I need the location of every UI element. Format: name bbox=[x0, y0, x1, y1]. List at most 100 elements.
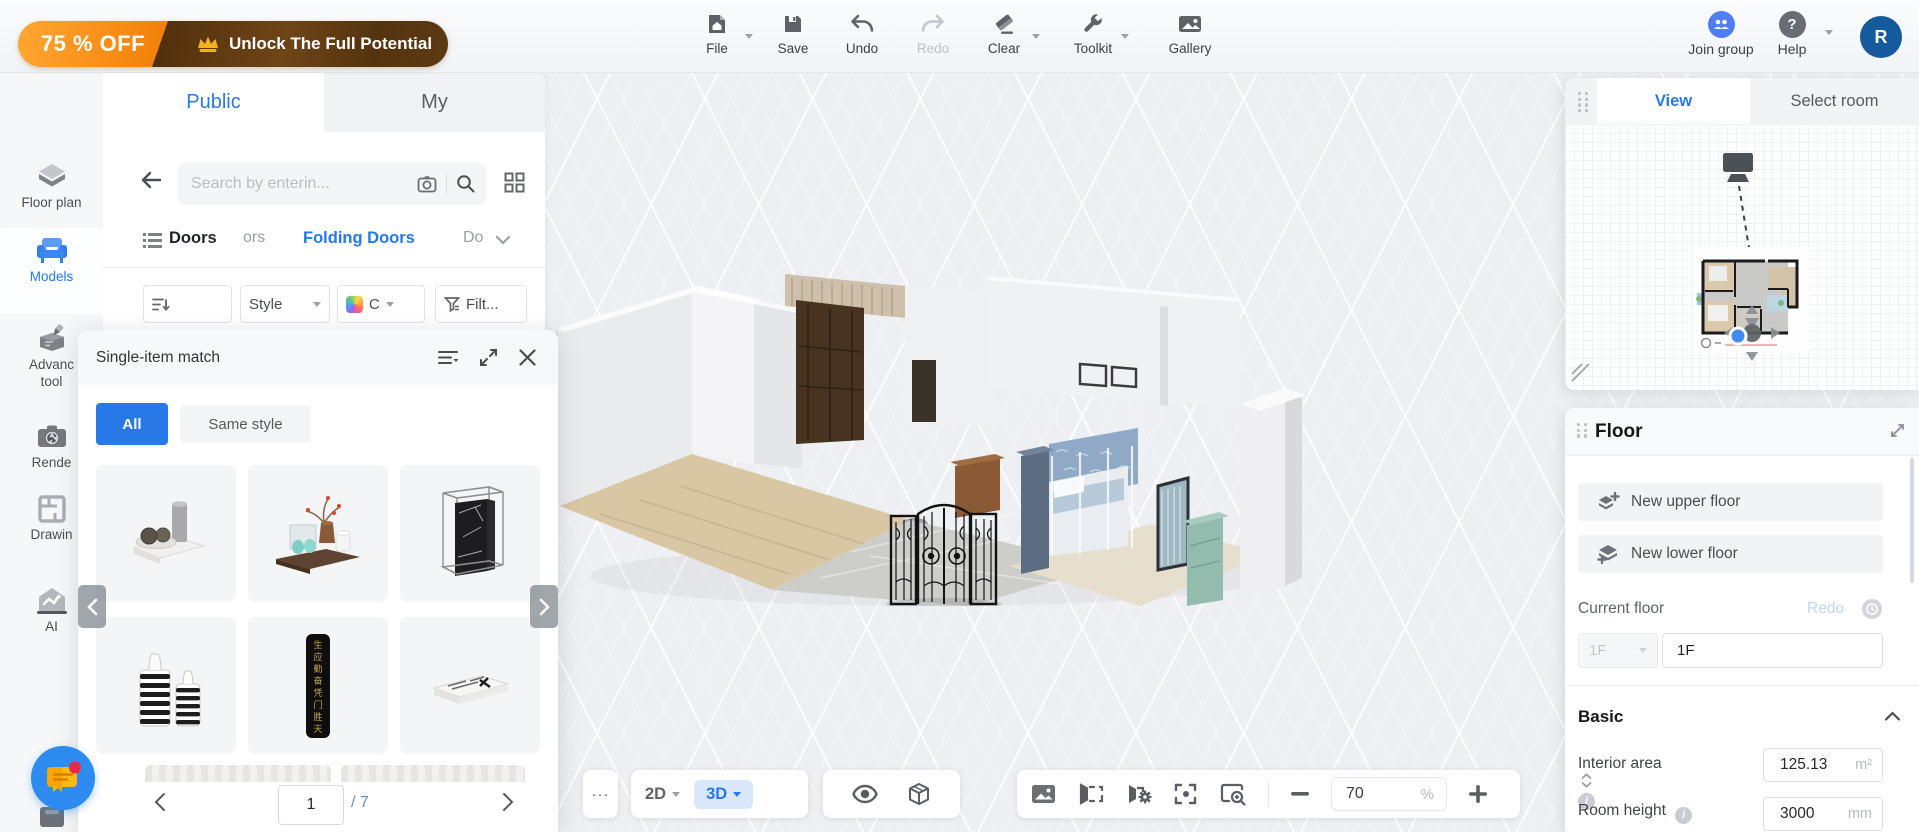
match-panel-header[interactable]: Single-item match bbox=[78, 330, 558, 385]
product-thumbnail-white-book[interactable] bbox=[400, 617, 540, 754]
new-lower-floor-label: New lower floor bbox=[1631, 545, 1738, 562]
match-expand-icon[interactable] bbox=[480, 349, 497, 366]
category-list-icon[interactable] bbox=[143, 232, 162, 249]
product-thumbnail-marble-pedestal[interactable] bbox=[400, 465, 540, 602]
resize-handle-icon[interactable] bbox=[1570, 362, 1592, 384]
3d-cube-icon[interactable] bbox=[907, 782, 931, 806]
category-item-selected[interactable]: Folding Doors bbox=[303, 229, 415, 248]
product-thumbnail-striped-bottles[interactable] bbox=[96, 617, 236, 754]
search-icon[interactable] bbox=[456, 174, 475, 193]
floor-expand-icon[interactable] bbox=[1890, 423, 1905, 438]
product-thumbnail-tray-set[interactable] bbox=[248, 465, 388, 602]
mode-2d-button[interactable]: 2D bbox=[645, 785, 681, 804]
join-group-button[interactable]: Join group bbox=[1678, 11, 1764, 57]
camera-settings-icon[interactable] bbox=[1126, 783, 1152, 805]
new-lower-floor-button[interactable]: New lower floor bbox=[1578, 535, 1883, 573]
new-upper-floor-button[interactable]: New upper floor bbox=[1578, 483, 1883, 521]
back-arrow-icon[interactable] bbox=[141, 171, 161, 189]
basic-collapse-chevron-icon[interactable] bbox=[1884, 711, 1901, 721]
match-close-icon[interactable] bbox=[519, 349, 536, 366]
mode-3d-label: 3D bbox=[706, 784, 728, 803]
floor-select-dropdown[interactable]: 1F bbox=[1578, 633, 1658, 668]
save-button[interactable]: Save bbox=[755, 10, 831, 56]
history-clock-icon[interactable] bbox=[1862, 599, 1882, 619]
interior-area-input[interactable] bbox=[1778, 755, 1838, 775]
carousel-prev-button[interactable] bbox=[78, 585, 106, 628]
style-filter-button[interactable]: Style bbox=[240, 285, 330, 323]
tab-my[interactable]: My bbox=[324, 72, 545, 132]
support-chat-button[interactable] bbox=[31, 746, 95, 810]
more-filters-button[interactable]: Filt... bbox=[435, 285, 527, 323]
match-sort-icon[interactable] bbox=[438, 350, 458, 365]
visibility-eye-icon[interactable] bbox=[852, 784, 878, 804]
grid-view-icon[interactable] bbox=[504, 172, 525, 193]
product-thumbnail-partial[interactable] bbox=[341, 765, 525, 782]
redo-button[interactable]: Redo bbox=[895, 10, 971, 56]
mode-3d-caret-icon bbox=[733, 791, 742, 797]
undo-icon bbox=[824, 10, 900, 38]
focus-center-icon[interactable] bbox=[1174, 782, 1198, 806]
zoom-level-input[interactable] bbox=[1344, 784, 1388, 804]
page-prev-icon[interactable] bbox=[154, 792, 166, 812]
view-card-tabs: View Select room bbox=[1565, 78, 1919, 124]
camera-view-icon[interactable] bbox=[1078, 783, 1104, 805]
sidebar-item-models[interactable]: Models bbox=[0, 228, 103, 314]
undo-button[interactable]: Undo bbox=[824, 10, 900, 56]
floor-select-value: 1F bbox=[1589, 642, 1607, 659]
zoom-in-button[interactable] bbox=[1469, 785, 1487, 803]
page-next-icon[interactable] bbox=[502, 792, 514, 812]
product-thumbnail-calligraphy-scroll[interactable]: 生应勤奋凭门胜天 bbox=[248, 617, 388, 754]
gallery-label: Gallery bbox=[1168, 41, 1212, 56]
wrench-icon bbox=[1055, 10, 1131, 38]
zoom-out-button[interactable] bbox=[1291, 792, 1309, 796]
tab-view[interactable]: View bbox=[1597, 78, 1750, 124]
join-group-icon bbox=[1707, 11, 1735, 38]
screenshot-zoom-icon[interactable] bbox=[1220, 782, 1246, 806]
promo-banner[interactable]: 75 % OFF Unlock The Full Potential bbox=[18, 21, 448, 67]
sort-filter-button[interactable] bbox=[143, 285, 232, 323]
join-group-label: Join group bbox=[1688, 41, 1754, 57]
avatar[interactable]: R bbox=[1860, 16, 1902, 58]
more-tools-button[interactable]: ··· bbox=[583, 770, 618, 818]
help-button[interactable]: ? Help bbox=[1770, 11, 1814, 57]
eraser-icon bbox=[966, 10, 1042, 38]
category-item-truncated-next[interactable]: Do bbox=[463, 229, 483, 247]
redo-icon bbox=[895, 10, 971, 38]
camera-minimap[interactable] bbox=[1565, 124, 1919, 390]
product-thumbnail-partial[interactable] bbox=[145, 765, 331, 782]
tab-select-room[interactable]: Select room bbox=[1750, 78, 1919, 124]
drag-handle-icon[interactable] bbox=[1578, 92, 1589, 113]
more-filters-label: Filt... bbox=[466, 295, 499, 313]
gallery-button[interactable]: Gallery bbox=[1152, 10, 1228, 56]
mode-3d-button[interactable]: 3D bbox=[694, 779, 754, 809]
sidebar-item-floor-plan[interactable]: Floor plan bbox=[0, 154, 103, 211]
room-height-field: mm bbox=[1763, 797, 1883, 831]
svg-text:胜: 胜 bbox=[313, 712, 322, 723]
category-chevron-down-icon[interactable] bbox=[495, 235, 511, 245]
snapshot-image-icon[interactable] bbox=[1031, 783, 1056, 805]
toolkit-button[interactable]: Toolkit bbox=[1055, 10, 1131, 56]
search-input[interactable] bbox=[189, 173, 417, 194]
room-height-input[interactable] bbox=[1778, 804, 1838, 824]
room-height-info-icon[interactable]: i bbox=[1675, 806, 1693, 824]
color-filter-button[interactable]: C bbox=[337, 285, 425, 323]
match-tab-all[interactable]: All bbox=[96, 403, 168, 445]
floor-name-input[interactable] bbox=[1662, 633, 1883, 668]
carousel-next-button[interactable] bbox=[530, 585, 558, 628]
clear-button[interactable]: Clear bbox=[966, 10, 1042, 56]
sort-vertical-icon[interactable] bbox=[1581, 773, 1592, 788]
floor-redo-button[interactable]: Redo bbox=[1807, 600, 1844, 618]
page-number-input[interactable] bbox=[278, 785, 344, 825]
promo-cta-label: Unlock The Full Potential bbox=[229, 34, 433, 53]
category-item-truncated-prev[interactable]: ors bbox=[243, 229, 265, 247]
file-button[interactable]: File bbox=[679, 10, 755, 56]
help-caret-icon[interactable] bbox=[1825, 30, 1833, 35]
lower-floor-icon bbox=[1597, 545, 1617, 565]
floor-drag-handle-icon[interactable] bbox=[1577, 423, 1588, 438]
camera-search-icon[interactable] bbox=[417, 175, 437, 193]
panel-scrollbar[interactable] bbox=[1910, 458, 1914, 583]
match-tab-same-style[interactable]: Same style bbox=[180, 405, 311, 443]
category-header[interactable]: Doors bbox=[169, 229, 217, 248]
product-thumbnail-vase-plate[interactable] bbox=[96, 465, 236, 602]
tab-public[interactable]: Public bbox=[103, 72, 324, 132]
